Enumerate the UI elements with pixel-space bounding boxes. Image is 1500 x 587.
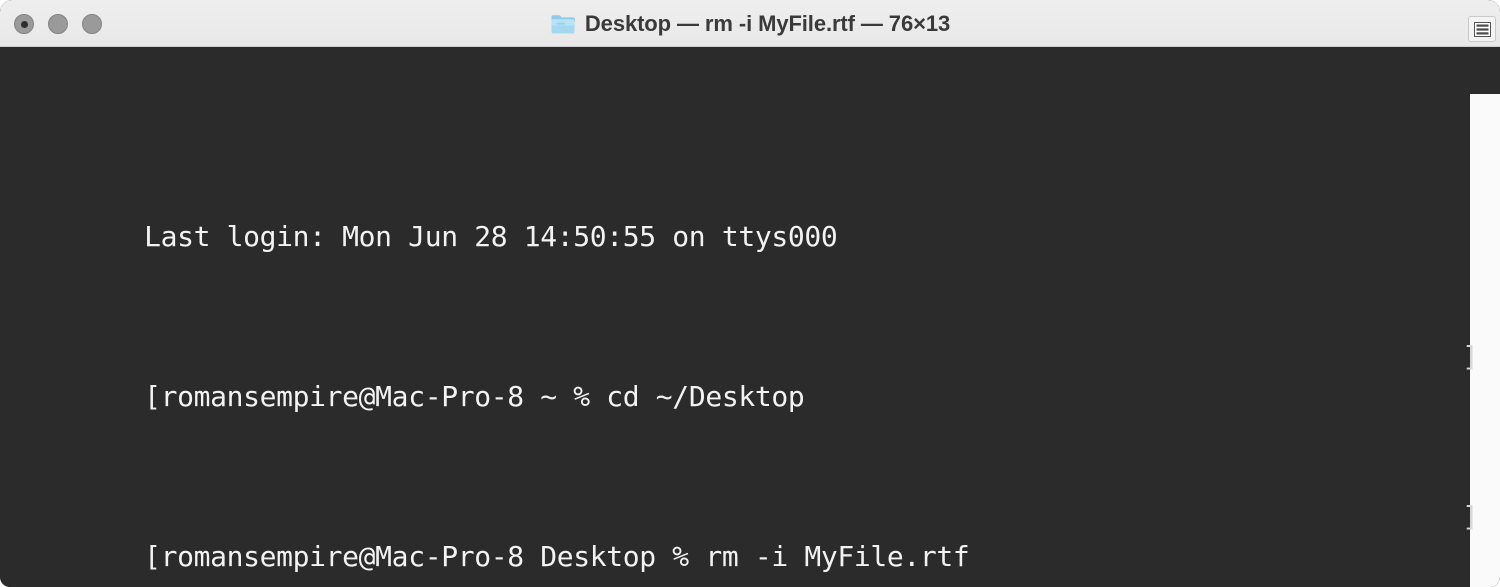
sidebar-list-icon — [1473, 21, 1491, 37]
terminal-screen[interactable]: Last login: Mon Jun 28 14:50:55 on ttys0… — [0, 47, 1479, 587]
terminal-line: [romansempire@Mac-Pro-8 ~ % cd ~/Desktop… — [12, 337, 1479, 413]
folder-icon — [551, 14, 575, 33]
close-button[interactable] — [14, 14, 34, 34]
window-title-group: Desktop — rm -i MyFile.rtf — 76×13 — [0, 0, 1500, 47]
traffic-light-buttons — [14, 14, 102, 34]
zoom-button[interactable] — [82, 14, 102, 34]
terminal-line-text: romansempire@Mac-Pro-8 Desktop % rm -i M… — [160, 540, 970, 573]
title-bar[interactable]: Desktop — rm -i MyFile.rtf — 76×13 — [0, 0, 1500, 47]
terminal-line: Last login: Mon Jun 28 14:50:55 on ttys0… — [12, 177, 1470, 253]
window-title: Desktop — rm -i MyFile.rtf — 76×13 — [584, 10, 951, 36]
terminal-body[interactable]: Last login: Mon Jun 28 14:50:55 on ttys0… — [0, 47, 1500, 587]
terminal-line: [romansempire@Mac-Pro-8 Desktop % rm -i … — [12, 497, 1479, 573]
terminal-line-bracket-right: ] — [1462, 500, 1479, 533]
terminal-window: Desktop — rm -i MyFile.rtf — 76×13 Last … — [0, 0, 1500, 587]
minimize-button[interactable] — [48, 14, 68, 34]
terminal-line-bracket-left: [ — [144, 540, 161, 573]
terminal-line-bracket-right: ] — [1462, 340, 1479, 373]
terminal-line-bracket-left: [ — [144, 380, 161, 413]
close-icon — [20, 20, 28, 28]
terminal-line-text: romansempire@Mac-Pro-8 ~ % cd ~/Desktop — [160, 380, 805, 413]
sidebar-toggle-button[interactable] — [1468, 16, 1496, 42]
terminal-line-text: Last login: Mon Jun 28 14:50:55 on ttys0… — [144, 220, 838, 253]
